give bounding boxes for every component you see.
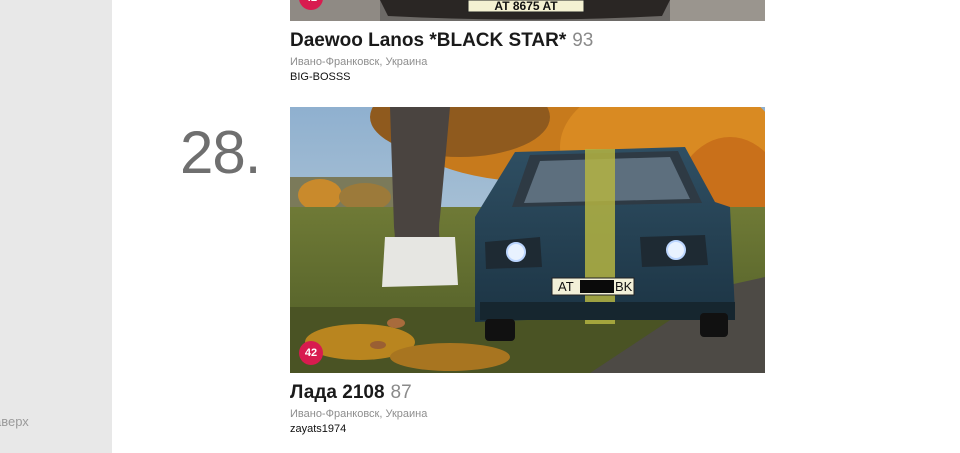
rank-number: 28. <box>180 119 261 186</box>
car-photo[interactable]: AT 8675 AT 42 <box>290 0 765 21</box>
rating-score: 93 <box>572 30 594 51</box>
photo-count-badge: 42 <box>299 341 323 365</box>
entry-title-row: Лада 2108 87 <box>290 382 765 404</box>
rating-entry: AT 8675 AT 42 Daewoo Lanos *BLACK STAR* 9… <box>290 0 765 83</box>
car-photo-image: AT 8675 AT <box>290 0 765 21</box>
owner-link[interactable]: zayats1974 <box>290 423 765 435</box>
car-name-link[interactable]: Daewoo Lanos *BLACK STAR* <box>290 30 566 51</box>
left-sidebar: аверх <box>0 0 112 453</box>
license-plate-right: BK <box>615 279 633 294</box>
location-text: Ивано-Франковск, Украина <box>290 56 428 68</box>
rating-entry: AT BK 42 Лада 2108 87 Ивано-Франковск, Ук… <box>290 107 765 435</box>
rating-score: 87 <box>390 382 412 403</box>
car-name-link[interactable]: Лада 2108 <box>290 382 385 403</box>
scroll-to-top-link[interactable]: аверх <box>0 414 29 429</box>
license-plate-left: AT <box>558 279 574 294</box>
car-photo[interactable]: AT BK 42 <box>290 107 765 373</box>
car-photo-image: AT BK <box>290 107 765 373</box>
location-text: Ивано-Франковск, Украина <box>290 408 428 420</box>
owner-link[interactable]: BIG-BOSSS <box>290 71 765 83</box>
license-plate-text: AT 8675 AT <box>494 0 558 13</box>
entry-title-row: Daewoo Lanos *BLACK STAR* 93 <box>290 30 765 52</box>
